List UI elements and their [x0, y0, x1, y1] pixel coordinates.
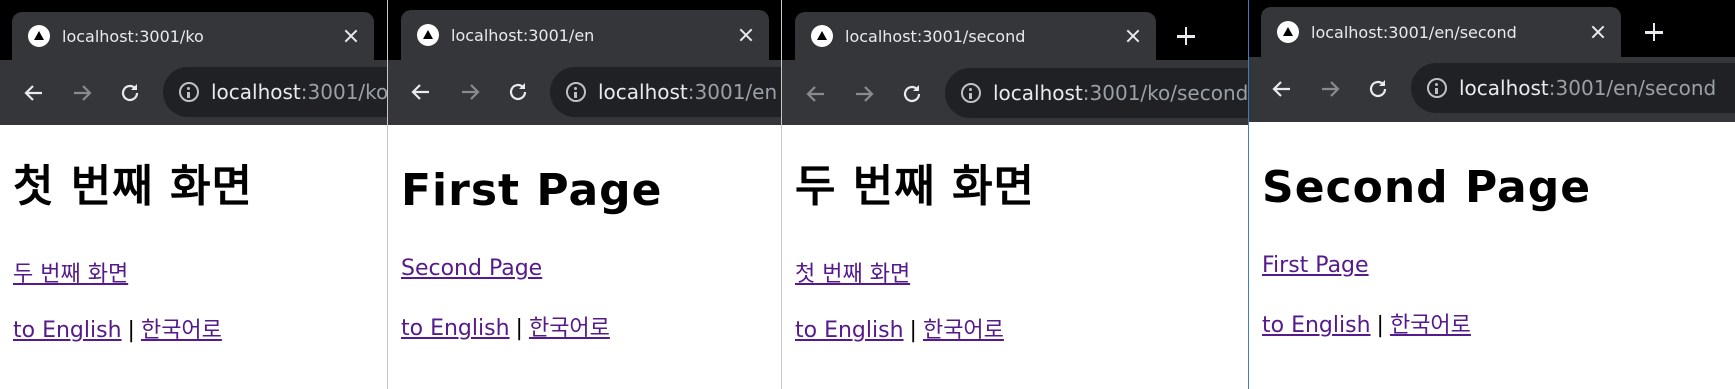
browser-tab[interactable]: localhost:3001/en/second	[1261, 7, 1621, 57]
info-icon[interactable]	[566, 82, 586, 102]
language-links: to English | 한국어로	[795, 312, 1004, 344]
browser-tab[interactable]: localhost:3001/ko	[12, 12, 374, 60]
reload-button[interactable]	[898, 80, 926, 108]
title-bar: localhost:3001/en	[388, 0, 781, 60]
browser-toolbar: localhost:3001/ko	[0, 60, 387, 125]
reload-icon	[121, 84, 139, 102]
back-button[interactable]	[407, 78, 435, 106]
address-bar[interactable]: localhost:3001/ko	[163, 67, 387, 117]
tab-title: localhost:3001/ko	[62, 26, 204, 46]
url-path: :3001/ko	[300, 80, 387, 104]
arrow-right-icon	[856, 86, 874, 102]
url-host: localhost	[211, 80, 301, 104]
close-icon[interactable]	[1122, 25, 1144, 47]
back-button[interactable]	[1268, 75, 1296, 103]
favicon-icon	[1277, 21, 1299, 43]
separator: |	[127, 318, 135, 343]
language-links: to English | 한국어로	[401, 310, 610, 342]
reload-button[interactable]	[504, 78, 532, 106]
forward-button[interactable]	[1316, 75, 1344, 103]
tab-title: localhost:3001/en/second	[1311, 22, 1517, 42]
arrow-left-icon	[411, 84, 429, 100]
info-icon[interactable]	[179, 82, 199, 102]
reload-icon	[1369, 80, 1387, 98]
favicon-icon	[417, 24, 439, 46]
browser-tab[interactable]: localhost:3001/en	[401, 10, 769, 60]
browser-toolbar: localhost:3001/ko/second	[782, 60, 1248, 125]
browser-window-ko-second: localhost:3001/second localhost:3001/ko/…	[781, 0, 1248, 389]
title-bar: localhost:3001/ko	[0, 0, 387, 60]
forward-button[interactable]	[68, 79, 96, 107]
favicon-icon	[811, 25, 833, 47]
reload-button[interactable]	[116, 79, 144, 107]
language-links: to English | 한국어로	[1262, 307, 1471, 339]
separator: |	[1376, 313, 1384, 338]
reload-icon	[509, 83, 527, 101]
page-link[interactable]: 첫 번째 화면	[795, 256, 910, 288]
url-host: localhost	[1459, 76, 1549, 100]
page-heading: Second Page	[1262, 162, 1592, 213]
arrow-right-icon	[1322, 81, 1340, 97]
arrow-left-icon	[806, 86, 824, 102]
page-link[interactable]: Second Page	[401, 256, 542, 281]
page-heading: First Page	[401, 165, 663, 216]
info-icon[interactable]	[961, 83, 981, 103]
language-links: to English | 한국어로	[13, 312, 222, 344]
address-bar[interactable]: localhost:3001/ko/second	[945, 68, 1248, 118]
favicon-icon	[28, 25, 50, 47]
address-bar[interactable]: localhost:3001/en/second	[1411, 63, 1735, 113]
page-content: 두 번째 화면 첫 번째 화면 to English | 한국어로	[782, 125, 1248, 389]
forward-button[interactable]	[850, 80, 878, 108]
title-bar: localhost:3001/en/second	[1249, 0, 1735, 57]
back-button[interactable]	[20, 79, 48, 107]
new-tab-button[interactable]	[1174, 24, 1198, 48]
browser-window-en-second: localhost:3001/en/second localhost:3001/…	[1248, 0, 1735, 389]
page-link[interactable]: First Page	[1262, 253, 1369, 278]
page-content: Second Page First Page to English | 한국어로	[1249, 122, 1735, 389]
new-tab-button[interactable]	[1642, 20, 1666, 44]
forward-button[interactable]	[456, 78, 484, 106]
title-bar: localhost:3001/second	[782, 0, 1248, 60]
separator: |	[909, 318, 917, 343]
arrow-left-icon	[24, 85, 42, 101]
browser-toolbar: localhost:3001/en/second	[1249, 57, 1735, 122]
tab-title: localhost:3001/second	[845, 26, 1026, 46]
close-icon[interactable]	[340, 25, 362, 47]
page-link[interactable]: 두 번째 화면	[13, 256, 128, 288]
close-icon[interactable]	[735, 24, 757, 46]
arrow-right-icon	[74, 85, 92, 101]
page-heading: 첫 번째 화면	[13, 161, 254, 212]
to-english-link[interactable]: to English	[401, 316, 510, 341]
url-path: :3001/en/second	[1548, 76, 1717, 100]
to-korean-link[interactable]: 한국어로	[923, 318, 1004, 343]
arrow-left-icon	[1272, 81, 1290, 97]
browser-tab[interactable]: localhost:3001/second	[795, 12, 1156, 60]
url-path: :3001/ko/second	[1082, 81, 1248, 105]
info-icon[interactable]	[1427, 78, 1447, 98]
close-icon[interactable]	[1587, 21, 1609, 43]
url-host: localhost	[993, 81, 1083, 105]
browser-window-ko-first: localhost:3001/ko localhost:3001/ko 첫 번째…	[0, 0, 387, 389]
reload-icon	[903, 85, 921, 103]
browser-toolbar: localhost:3001/en	[388, 60, 781, 125]
to-korean-link[interactable]: 한국어로	[1390, 313, 1471, 338]
url-path: :3001/en	[687, 80, 778, 104]
page-content: First Page Second Page to English | 한국어로	[388, 125, 781, 389]
to-english-link[interactable]: to English	[1262, 313, 1371, 338]
to-english-link[interactable]: to English	[795, 318, 904, 343]
address-bar[interactable]: localhost:3001/en	[550, 67, 781, 117]
reload-button[interactable]	[1364, 75, 1392, 103]
separator: |	[515, 316, 523, 341]
page-content: 첫 번째 화면 두 번째 화면 to English | 한국어로	[0, 125, 387, 389]
tab-title: localhost:3001/en	[451, 25, 595, 45]
arrow-right-icon	[462, 84, 480, 100]
to-korean-link[interactable]: 한국어로	[141, 318, 222, 343]
back-button[interactable]	[802, 80, 830, 108]
page-heading: 두 번째 화면	[795, 161, 1036, 212]
browser-window-en-first: localhost:3001/en localhost:3001/en Firs…	[387, 0, 781, 389]
url-host: localhost	[598, 80, 688, 104]
to-english-link[interactable]: to English	[13, 318, 122, 343]
to-korean-link[interactable]: 한국어로	[529, 316, 610, 341]
